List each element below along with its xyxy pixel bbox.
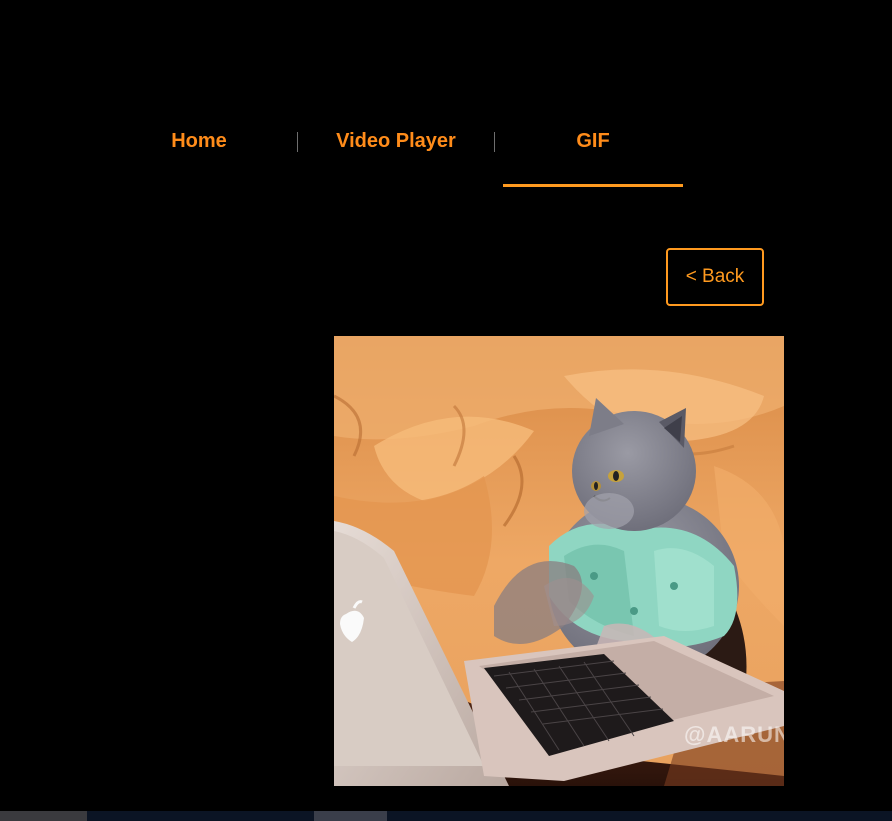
cat-typing-gif: @AARUN (334, 336, 784, 786)
bottom-bar-segment (0, 811, 87, 821)
nav-separator (297, 132, 298, 152)
gif-watermark: @AARUN (684, 722, 784, 747)
bottom-bar-segment (314, 811, 387, 821)
gif-illustration (334, 336, 784, 786)
nav-video-player-link[interactable]: Video Player (308, 128, 484, 154)
active-tab-indicator (503, 184, 683, 187)
nav-home-link[interactable]: Home (120, 128, 278, 154)
back-button[interactable]: < Back (666, 248, 764, 306)
nav-gif-link[interactable]: GIF (503, 128, 683, 154)
nav-separator (494, 132, 495, 152)
page: Home Video Player GIF < Back @AARUN (0, 0, 892, 821)
bottom-bar (0, 811, 892, 821)
